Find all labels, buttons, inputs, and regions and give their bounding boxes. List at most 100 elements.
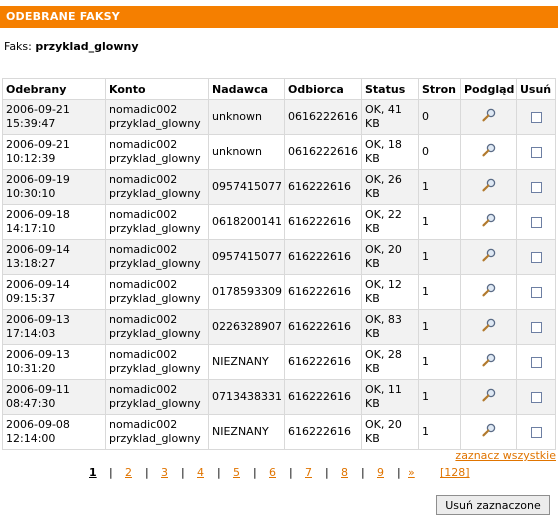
page-link-2[interactable]: 2 [125,466,132,479]
received-time: 13:18:27 [6,257,56,270]
page-header: ODEBRANE FAKSY [0,6,558,28]
delete-checkbox[interactable] [530,251,542,263]
preview-cell [460,204,517,240]
received-date: 2006-09-14 [6,278,70,291]
received-time: 17:14:03 [6,327,56,340]
account-sub: przyklad_glowny [109,187,201,200]
delete-checkbox[interactable] [530,146,542,158]
status-cell: OK, 26 KB [361,169,419,205]
delete-checkbox[interactable] [530,391,542,403]
magnifier-icon[interactable] [481,248,497,262]
status-text: OK, 20 [365,418,402,431]
sender-cell: unknown [208,99,285,135]
delete-selected-button[interactable]: Usuń zaznaczone [436,495,550,515]
page-link-5[interactable]: 5 [233,466,240,479]
table-row: 2006-09-13 10:31:20 nomadic002 przyklad_glo… [2,344,556,380]
received-date: 2006-09-19 [6,173,70,186]
preview-cell [460,134,517,170]
received-time: 10:30:10 [6,187,56,200]
magnifier-icon[interactable] [481,318,497,332]
page-link-8[interactable]: 8 [341,466,348,479]
account-sub: przyklad_glowny [109,117,201,130]
fax-value: przyklad_glowny [35,40,139,53]
status-size: KB [365,362,380,375]
magnifier-icon[interactable] [481,283,497,297]
delete-cell [516,99,556,135]
column-header-account[interactable]: Konto [105,78,209,100]
delete-cell [516,379,556,415]
preview-cell [460,414,517,450]
magnifier-icon[interactable] [481,423,497,437]
pages-cell: 1 [418,204,461,240]
page-link-3[interactable]: 3 [161,466,168,479]
delete-checkbox[interactable] [530,321,542,333]
page-link-6[interactable]: 6 [269,466,276,479]
sender-cell: 0713438331 [208,379,285,415]
delete-checkbox[interactable] [530,356,542,368]
magnifier-icon[interactable] [481,143,497,157]
delete-checkbox[interactable] [530,111,542,123]
pager-separator: | [325,466,329,479]
received-time: 09:15:37 [6,292,56,305]
magnifier-icon[interactable] [481,108,497,122]
pages-cell: 1 [418,379,461,415]
magnifier-icon[interactable] [481,353,497,367]
delete-checkbox[interactable] [530,426,542,438]
pager-separator: | [289,466,293,479]
pages-cell: 0 [418,99,461,135]
magnifier-icon[interactable] [481,213,497,227]
status-cell: OK, 12 KB [361,274,419,310]
recipient-cell: 616222616 [284,309,362,345]
pager-separator: | [253,466,257,479]
delete-cell [516,344,556,380]
page-link-4[interactable]: 4 [197,466,204,479]
delete-cell [516,239,556,275]
received-time: 08:47:30 [6,397,56,410]
magnifier-icon[interactable] [481,178,497,192]
fax-label: Faks: [4,40,32,53]
recipient-cell: 616222616 [284,274,362,310]
preview-cell [460,169,517,205]
account-sub: przyklad_glowny [109,432,201,445]
sender-cell: NIEZNANY [208,414,285,450]
pager-separator: | [145,466,149,479]
page-link-9[interactable]: 9 [377,466,384,479]
delete-checkbox[interactable] [530,216,542,228]
column-header-received[interactable]: Odebrany [2,78,106,100]
status-cell: OK, 28 KB [361,344,419,380]
status-text: OK, 41 [365,103,402,116]
recipient-cell: 616222616 [284,379,362,415]
received-cell: 2006-09-14 09:15:37 [2,274,106,310]
account-cell: nomadic002 przyklad_glowny [105,99,209,135]
column-header-sender[interactable]: Nadawca [208,78,285,100]
pages-cell: 1 [418,274,461,310]
status-text: OK, 28 [365,348,402,361]
received-date: 2006-09-13 [6,313,70,326]
account-name: nomadic002 [109,103,178,116]
pager-separator: | [397,466,401,479]
pages-cell: 1 [418,239,461,275]
status-text: OK, 11 [365,383,402,396]
page-link-7[interactable]: 7 [305,466,312,479]
sender-cell: NIEZNANY [208,344,285,380]
delete-cell [516,414,556,450]
status-size: KB [365,292,380,305]
account-cell: nomadic002 przyklad_glowny [105,134,209,170]
next-page-link[interactable]: » [408,466,415,479]
delete-checkbox[interactable] [530,181,542,193]
column-header-recipient[interactable]: Odbiorca [284,78,362,100]
status-cell: OK, 22 KB [361,204,419,240]
status-cell: OK, 11 KB [361,379,419,415]
magnifier-icon[interactable] [481,388,497,402]
delete-checkbox[interactable] [530,286,542,298]
status-cell: OK, 83 KB [361,309,419,345]
account-name: nomadic002 [109,208,178,221]
column-header-pages[interactable]: Stron [418,78,461,100]
column-header-status[interactable]: Status [361,78,419,100]
account-name: nomadic002 [109,313,178,326]
pager-separator: | [361,466,365,479]
received-time: 10:12:39 [6,152,56,165]
last-page-link[interactable]: [128] [440,466,470,479]
table-row: 2006-09-21 10:12:39 nomadic002 przyklad_glo… [2,134,556,170]
select-all-link[interactable]: zaznacz wszystkie [455,449,556,462]
